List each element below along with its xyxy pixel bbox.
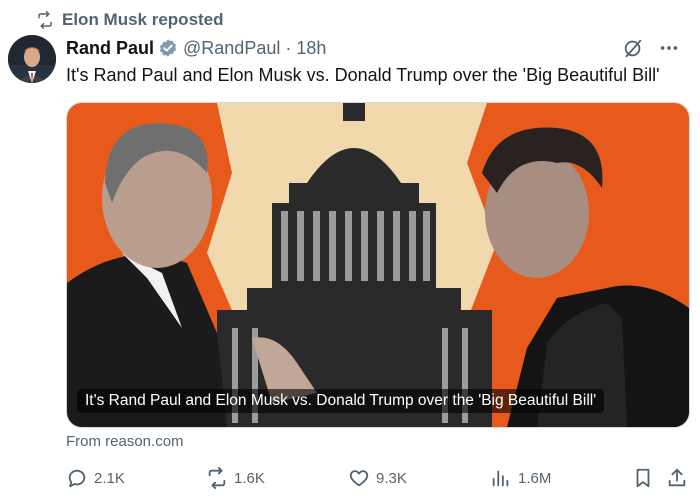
avatar[interactable]: [8, 35, 56, 83]
like-button[interactable]: 9.3K: [348, 464, 407, 492]
reply-button[interactable]: 2.1K: [66, 464, 125, 492]
action-bar: 2.1K 1.6K 9.3K 1.6M: [66, 464, 686, 492]
repost-icon: [38, 11, 52, 29]
tweet-header: Rand Paul @RandPaul · 18h: [66, 35, 680, 61]
author-handle[interactable]: @RandPaul: [183, 38, 280, 59]
reply-count: 2.1K: [94, 469, 125, 487]
verified-badge-icon[interactable]: [158, 38, 178, 58]
card-image: [67, 103, 689, 427]
more-icon[interactable]: [658, 37, 680, 59]
repost-button[interactable]: 1.6K: [206, 464, 265, 492]
card-source[interactable]: From reason.com: [66, 433, 184, 450]
tweet-text: It's Rand Paul and Elon Musk vs. Donald …: [66, 65, 660, 85]
card-title: It's Rand Paul and Elon Musk vs. Donald …: [77, 389, 605, 413]
repost-indicator[interactable]: Elon Musk reposted: [36, 9, 224, 31]
bookmark-button[interactable]: [632, 464, 654, 492]
share-button[interactable]: [666, 464, 688, 492]
share-icon: [668, 468, 686, 487]
repost-label: Elon Musk reposted: [62, 10, 224, 29]
repost-count: 1.6K: [234, 469, 265, 487]
timestamp[interactable]: 18h: [296, 38, 326, 59]
separator-dot: ·: [285, 37, 292, 58]
like-count: 9.3K: [376, 469, 407, 487]
repost-icon: [208, 467, 226, 489]
reply-icon: [68, 469, 86, 488]
views-button[interactable]: 1.6M: [490, 464, 551, 492]
view-count: 1.6M: [518, 469, 552, 487]
author-name[interactable]: Rand Paul: [66, 38, 154, 59]
like-icon: [349, 470, 369, 487]
grok-icon[interactable]: [622, 37, 644, 59]
link-card[interactable]: It's Rand Paul and Elon Musk vs. Donald …: [66, 102, 690, 428]
bookmark-icon: [636, 468, 650, 488]
views-icon: [492, 470, 509, 487]
